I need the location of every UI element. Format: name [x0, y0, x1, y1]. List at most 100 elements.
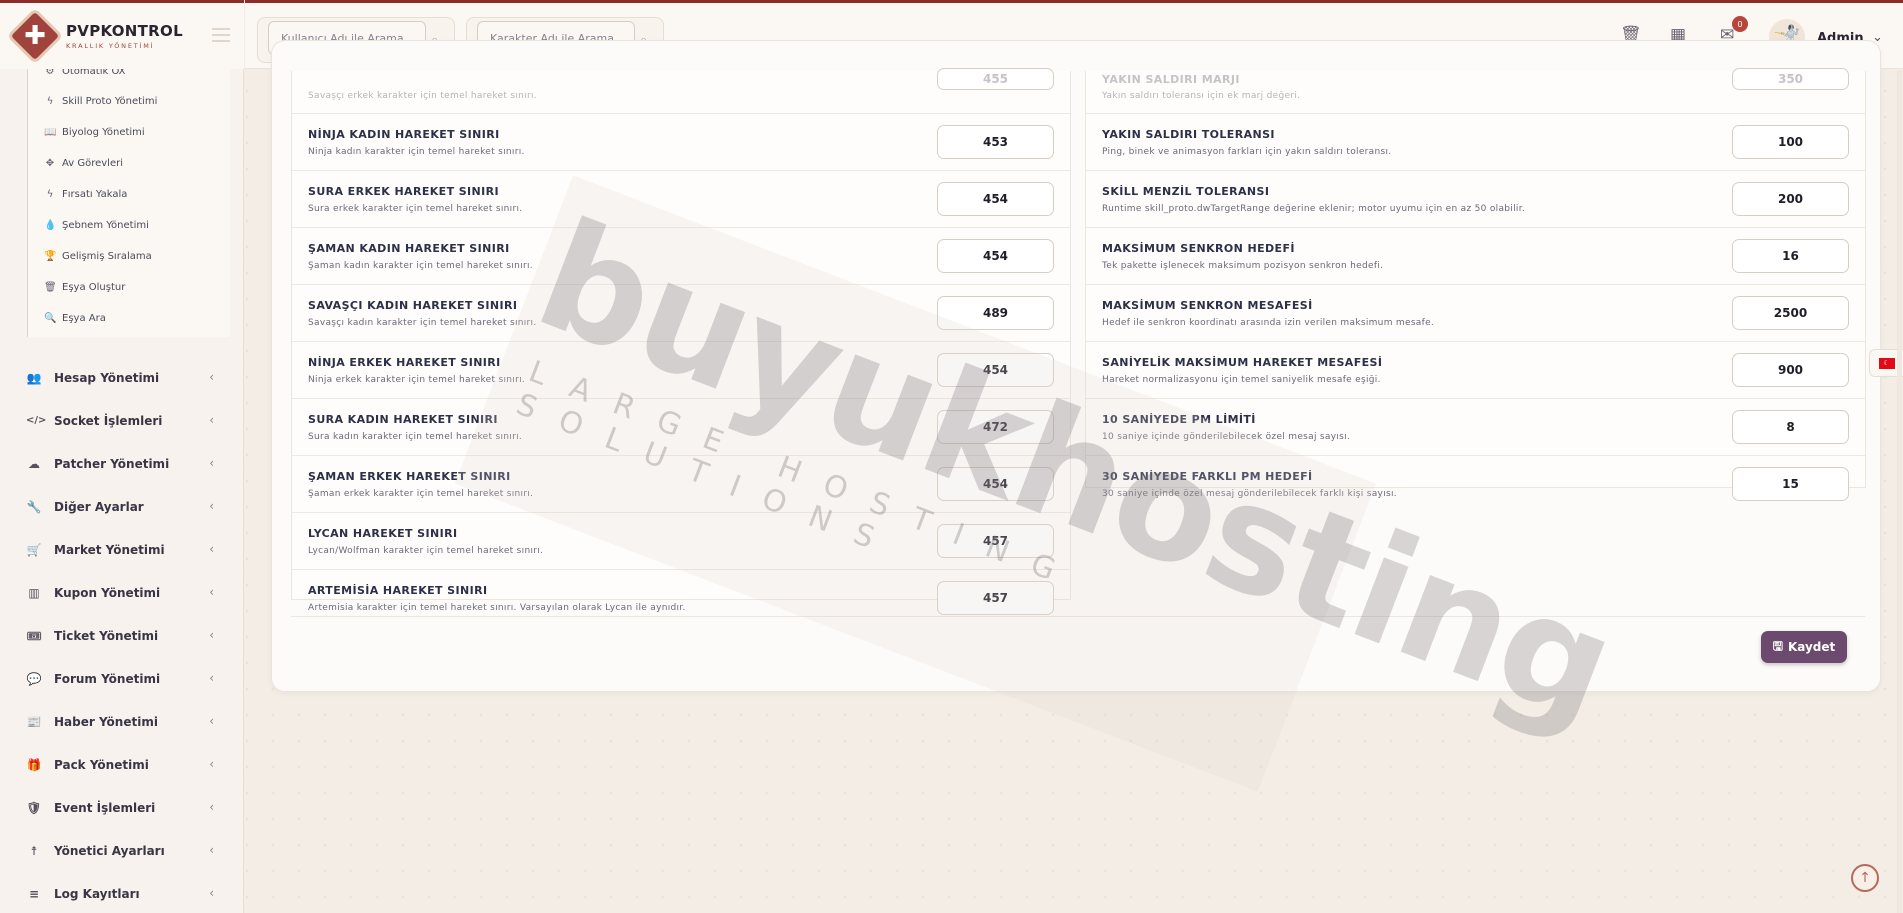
comments-icon: 💬: [26, 671, 42, 686]
newspaper-icon: 📰: [26, 714, 42, 729]
setting-name: SANİYELİK MAKSİMUM HAREKET MESAFESİ: [1102, 356, 1383, 369]
users-icon: 👥: [26, 370, 42, 385]
sidebar-item-yonetici[interactable]: ☨ Yönetici Ayarları ‹: [0, 829, 244, 872]
sidebar-item-forum[interactable]: 💬 Forum Yönetimi ‹: [0, 657, 244, 700]
drop-icon: 💧: [44, 220, 57, 231]
setting-description: Hedef ile senkron koordinatı arasında iz…: [1102, 318, 1435, 328]
save-label: Kaydet: [1787, 640, 1836, 654]
setting-value-input[interactable]: 453: [937, 125, 1054, 159]
setting-value-input[interactable]: 350: [1732, 68, 1849, 90]
setting-value-input[interactable]: 15: [1732, 467, 1849, 501]
save-button[interactable]: 🖫 Kaydet: [1761, 631, 1847, 663]
sidebar-subitem[interactable]: 🔍 Eşya Ara: [28, 303, 230, 334]
sidebar-subitem[interactable]: 📖 Biyolog Yönetimi: [28, 117, 230, 148]
setting-value-input[interactable]: 900: [1732, 353, 1849, 387]
sidebar-item-patcher[interactable]: ☁ Patcher Yönetimi ‹: [0, 442, 244, 485]
chevron-left-icon: ‹: [209, 585, 214, 599]
setting-value-input[interactable]: 100: [1732, 125, 1849, 159]
wrench-icon: 🔧: [26, 499, 42, 514]
sidebar-submenu: ⚙ Otomatik OX ϟ Skill Proto Yönetimi 📖 Biyo…: [27, 66, 230, 337]
sidebar-item-diger[interactable]: 🔧 Diğer Ayarlar ‹: [0, 485, 244, 528]
bolt-icon: ϟ: [46, 96, 54, 107]
setting-row: SAVAŞÇI KADIN HAREKET SINIRI Savaşçı kadı…: [292, 285, 1070, 342]
setting-description: Savaşçı kadın karakter için temel hareke…: [308, 318, 537, 328]
sidebar-item-ticket[interactable]: 🎟 Ticket Yönetimi ‹: [0, 614, 244, 657]
scrollbar[interactable]: [1897, 70, 1902, 913]
scroll-top-button[interactable]: ↑: [1851, 864, 1879, 892]
sidebar-item-label: Event İşlemleri: [54, 800, 156, 815]
code-icon: </>: [26, 415, 47, 426]
sidebar-item-kupon[interactable]: ▥ Kupon Yönetimi ‹: [0, 571, 244, 614]
setting-value-input[interactable]: 454: [937, 467, 1054, 501]
setting-value-input[interactable]: 472: [937, 410, 1054, 444]
sidebar-item-haber[interactable]: 📰 Haber Yönetimi ‹: [0, 700, 244, 743]
setting-value-input[interactable]: 2500: [1732, 296, 1849, 330]
setting-name: SURA ERKEK HAREKET SINIRI: [308, 185, 499, 198]
sidebar-subitem[interactable]: ϟ Fırsatı Yakala: [28, 179, 230, 210]
sidebar-subitem-label: Fırsatı Yakala: [62, 189, 128, 200]
setting-value-input[interactable]: 457: [937, 524, 1054, 558]
setting-value-input[interactable]: 489: [937, 296, 1054, 330]
sidebar-item-log[interactable]: ≡ Log Kayıtları ‹: [0, 872, 244, 913]
sidebar-item-label: Patcher Yönetimi: [54, 456, 170, 471]
chevron-left-icon: ‹: [209, 843, 214, 857]
sidebar-item-market[interactable]: 🛒 Market Yönetimi ‹: [0, 528, 244, 571]
chevron-left-icon: ‹: [209, 714, 214, 728]
menu-toggle-icon[interactable]: [212, 28, 230, 42]
settings-right-column: YAKIN SALDIRI MARJI Yakın saldırı toleran…: [1085, 68, 1866, 501]
setting-row: SURA KADIN HAREKET SINIRI Sura kadın kara…: [292, 399, 1070, 456]
setting-description: Tek pakette işlenecek maksimum pozisyon …: [1102, 261, 1384, 271]
cloud-icon: ☁: [28, 456, 40, 471]
setting-name: ŞAMAN ERKEK HAREKET SINIRI: [308, 470, 511, 483]
setting-value-input[interactable]: 200: [1732, 182, 1849, 216]
sidebar-item-event[interactable]: 🛡 Event İşlemleri ‹: [0, 786, 244, 829]
setting-value-input[interactable]: 454: [937, 353, 1054, 387]
setting-description: Şaman kadın karakter için temel hareket …: [308, 261, 533, 271]
setting-value-input[interactable]: 8: [1732, 410, 1849, 444]
sidebar-main-menu: 👥 Hesap Yönetimi ‹ </> Socket İşlemleri ‹ ☁ P…: [0, 356, 244, 913]
list-icon: ≡: [28, 886, 40, 901]
ticket-icon: 🎟: [26, 628, 42, 643]
setting-description: Ninja kadın karakter için temel hareket …: [308, 147, 525, 157]
setting-value-input[interactable]: 454: [937, 239, 1054, 273]
settings-left-column: Savaşçı erkek karakter için temel hareke…: [291, 68, 1071, 615]
sidebar-subitem[interactable]: ✥ Av Görevleri: [28, 148, 230, 179]
cart-icon: 🛒: [26, 542, 42, 557]
setting-name: MAKSİMUM SENKRON MESAFESİ: [1102, 299, 1313, 312]
chevron-left-icon: ‹: [209, 886, 214, 900]
setting-name: ŞAMAN KADIN HAREKET SINIRI: [308, 242, 510, 255]
sidebar-subitem[interactable]: 🗑 Eşya Oluştur: [28, 272, 230, 303]
sidebar-subitem[interactable]: 💧 Şebnem Yönetimi: [28, 210, 230, 241]
user-tie-icon: ☨: [30, 843, 38, 858]
sidebar-item-label: Forum Yönetimi: [54, 671, 161, 686]
sidebar-item-label: Hesap Yönetimi: [54, 370, 160, 385]
sidebar-subitem[interactable]: ϟ Skill Proto Yönetimi: [28, 86, 230, 117]
chevron-left-icon: ‹: [209, 757, 214, 771]
sidebar-item-label: Market Yönetimi: [54, 542, 165, 557]
setting-name: MAKSİMUM SENKRON HEDEFİ: [1102, 242, 1295, 255]
setting-description: 30 saniye içinde özel mesaj gönderilebil…: [1102, 489, 1397, 499]
sidebar-item-pack[interactable]: 🎁 Pack Yönetimi ‹: [0, 743, 244, 786]
sidebar-item-socket[interactable]: </> Socket İşlemleri ‹: [0, 399, 244, 442]
setting-row: MAKSİMUM SENKRON HEDEFİ Tek pakette işlen…: [1086, 228, 1865, 285]
sidebar-item-label: Yönetici Ayarları: [54, 843, 165, 858]
setting-value-input[interactable]: 455: [937, 68, 1054, 90]
sidebar-subitem-label: Eşya Ara: [62, 313, 106, 324]
sidebar-item-label: Log Kayıtları: [54, 886, 140, 901]
barcode-icon: ▥: [28, 585, 40, 600]
sidebar-item-label: Kupon Yönetimi: [54, 585, 161, 600]
setting-row: Savaşçı erkek karakter için temel hareke…: [292, 68, 1070, 114]
brand[interactable]: ✚ PVPKONTROL KRALLIK YÖNETİMİ: [0, 0, 244, 69]
setting-description: Hareket normalizasyonu için temel saniye…: [1102, 375, 1381, 385]
setting-row: ŞAMAN KADIN HAREKET SINIRI Şaman kadın ka…: [292, 228, 1070, 285]
sidebar-item-hesap[interactable]: 👥 Hesap Yönetimi ‹: [0, 356, 244, 399]
sidebar-subitem[interactable]: 🏆 Gelişmiş Sıralama: [28, 241, 230, 272]
setting-value-input[interactable]: 457: [937, 581, 1054, 615]
setting-row: NİNJA KADIN HAREKET SINIRI Ninja kadın ka…: [292, 114, 1070, 171]
setting-value-input[interactable]: 454: [937, 182, 1054, 216]
setting-value-input[interactable]: 16: [1732, 239, 1849, 273]
sidebar-subitem[interactable]: ⚙ Otomatik OX: [28, 66, 230, 86]
setting-name: YAKIN SALDIRI TOLERANSI: [1102, 128, 1275, 141]
sidebar-subitem-label: Av Görevleri: [62, 158, 124, 169]
sidebar: ⚙ Otomatik OX ϟ Skill Proto Yönetimi 📖 Biyo…: [0, 0, 244, 913]
